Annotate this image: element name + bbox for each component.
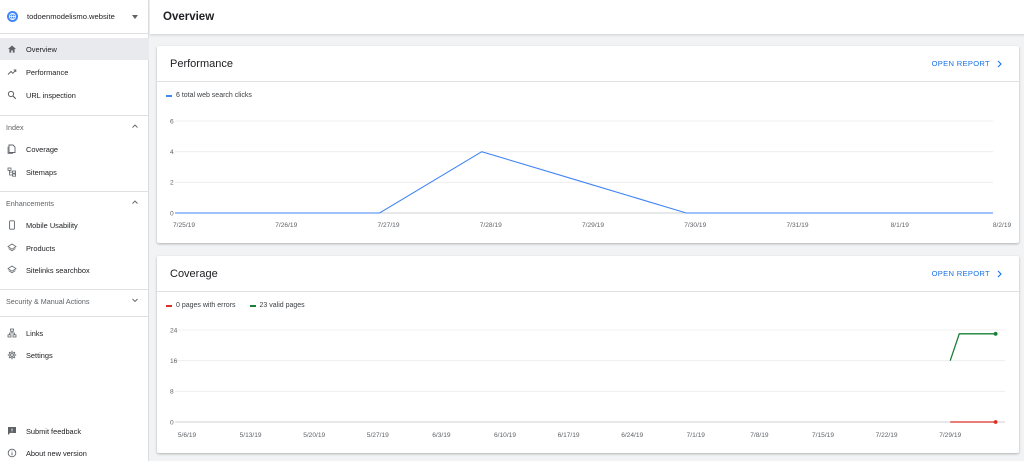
sidebar-item-performance[interactable]: Performance xyxy=(0,61,149,83)
section-label: Security & Manual Actions xyxy=(6,296,90,306)
x-tick-label: 7/1/19 xyxy=(687,432,706,439)
sidebar-item-coverage[interactable]: Coverage xyxy=(0,138,149,160)
sidebar-item-label: Performance xyxy=(26,67,69,77)
section-label: Enhancements xyxy=(6,198,54,208)
sidebar-item-mobile-usability[interactable]: Mobile Usability xyxy=(0,214,149,236)
sidebar: todoenmodelismo.website Overview Perform… xyxy=(0,0,149,461)
x-tick-label: 7/28/19 xyxy=(480,222,502,229)
y-tick-label: 24 xyxy=(170,327,178,334)
x-tick-label: 6/3/19 xyxy=(432,432,451,439)
info-icon xyxy=(6,448,17,459)
y-tick-label: 0 xyxy=(170,210,174,217)
y-tick-label: 2 xyxy=(170,180,174,187)
x-tick-label: 6/10/19 xyxy=(494,432,516,439)
x-tick-label: 7/26/19 xyxy=(275,222,297,229)
performance-card: Performance OPEN REPORT 6 total web sear… xyxy=(157,46,1019,243)
sidebar-item-label: Coverage xyxy=(26,144,59,154)
sidebar-item-label: URL inspection xyxy=(26,90,76,100)
x-tick-label: 7/29/19 xyxy=(582,222,604,229)
layers-icon xyxy=(6,243,17,254)
y-tick-label: 16 xyxy=(170,358,178,365)
x-tick-label: 8/2/19 xyxy=(993,222,1012,229)
section-security-manual-actions[interactable]: Security & Manual Actions xyxy=(0,291,149,311)
x-tick-label: 7/8/19 xyxy=(750,432,769,439)
chevron-up-icon xyxy=(131,198,139,208)
sidebar-item-label: About new version xyxy=(26,448,87,458)
layers-icon xyxy=(6,265,17,276)
sitemap-icon xyxy=(6,167,17,178)
dropdown-caret-icon xyxy=(132,14,138,19)
sidebar-divider xyxy=(0,316,149,317)
sidebar-item-about-new-version[interactable]: About new version xyxy=(0,442,149,461)
section-label: Index xyxy=(6,122,24,132)
sidebar-divider xyxy=(0,289,149,290)
sidebar-divider xyxy=(0,115,149,116)
chevron-up-icon xyxy=(131,122,139,132)
sidebar-item-label: Sitemaps xyxy=(26,167,57,177)
section-enhancements[interactable]: Enhancements xyxy=(0,193,149,213)
x-tick-label: 7/22/19 xyxy=(876,432,898,439)
x-tick-label: 7/29/19 xyxy=(939,432,961,439)
chevron-down-icon xyxy=(131,296,139,306)
x-tick-label: 5/27/19 xyxy=(367,432,389,439)
sidebar-item-label: Products xyxy=(26,243,56,253)
globe-icon xyxy=(7,11,18,22)
x-tick-label: 6/24/19 xyxy=(621,432,643,439)
x-tick-label: 5/6/19 xyxy=(178,432,197,439)
property-name: todoenmodelismo.website xyxy=(27,12,115,21)
page-header: Overview xyxy=(150,0,1024,35)
x-tick-label: 7/15/19 xyxy=(812,432,834,439)
coverage-chart: 0 8 16 24 5/6/19 5/13/19 5/20/19 5/27/19 6/3/19 6… xyxy=(170,327,1005,439)
smartphone-icon xyxy=(6,220,17,231)
search-icon xyxy=(6,90,17,101)
trending-up-icon xyxy=(6,67,17,78)
x-tick-label: 7/30/19 xyxy=(684,222,706,229)
file-copy-icon xyxy=(6,144,17,155)
y-tick-label: 6 xyxy=(170,118,174,125)
coverage-card: Coverage OPEN REPORT 0 pages with errors… xyxy=(157,256,1019,453)
x-tick-label: 8/1/19 xyxy=(891,222,910,229)
series-line-valid xyxy=(949,333,996,361)
home-icon xyxy=(6,44,17,55)
x-tick-label: 6/17/19 xyxy=(558,432,580,439)
sidebar-divider xyxy=(0,191,149,192)
sidebar-item-label: Links xyxy=(26,328,44,338)
x-tick-label: 5/13/19 xyxy=(240,432,262,439)
feedback-icon xyxy=(6,426,17,437)
x-tick-label: 7/25/19 xyxy=(173,222,195,229)
links-icon xyxy=(6,328,17,339)
sidebar-item-label: Sitelinks searchbox xyxy=(26,265,90,275)
x-tick-label: 7/31/19 xyxy=(787,222,809,229)
sidebar-item-label: Settings xyxy=(26,350,53,360)
y-tick-label: 4 xyxy=(170,149,174,156)
page-title: Overview xyxy=(163,11,215,23)
sidebar-item-sitemaps[interactable]: Sitemaps xyxy=(0,161,149,183)
sidebar-item-url-inspection[interactable]: URL inspection xyxy=(0,84,149,106)
sidebar-item-products[interactable]: Products xyxy=(0,237,149,259)
sidebar-item-overview[interactable]: Overview xyxy=(0,38,149,60)
series-line-valid-endpoint xyxy=(993,331,998,336)
sidebar-item-settings[interactable]: Settings xyxy=(0,344,149,366)
property-selector[interactable]: todoenmodelismo.website xyxy=(0,0,148,34)
performance-chart: 0 2 4 6 7/25/19 7/26/19 7/27/19 7/28/19 7/29/19 7… xyxy=(170,118,1012,229)
x-tick-label: 7/27/19 xyxy=(378,222,400,229)
series-line-errors-endpoint xyxy=(993,420,998,424)
x-tick-label: 5/20/19 xyxy=(303,432,325,439)
sidebar-item-links[interactable]: Links xyxy=(0,322,149,344)
sidebar-item-label: Mobile Usability xyxy=(26,220,78,230)
sidebar-item-label: Submit feedback xyxy=(26,426,82,436)
gear-icon xyxy=(6,350,17,361)
sidebar-item-sitelinks-searchbox[interactable]: Sitelinks searchbox xyxy=(0,259,149,281)
y-tick-label: 8 xyxy=(170,389,174,396)
sidebar-item-submit-feedback[interactable]: Submit feedback xyxy=(0,420,149,442)
sidebar-item-label: Overview xyxy=(26,44,57,54)
y-tick-label: 0 xyxy=(170,419,174,426)
section-index[interactable]: Index xyxy=(0,117,149,137)
